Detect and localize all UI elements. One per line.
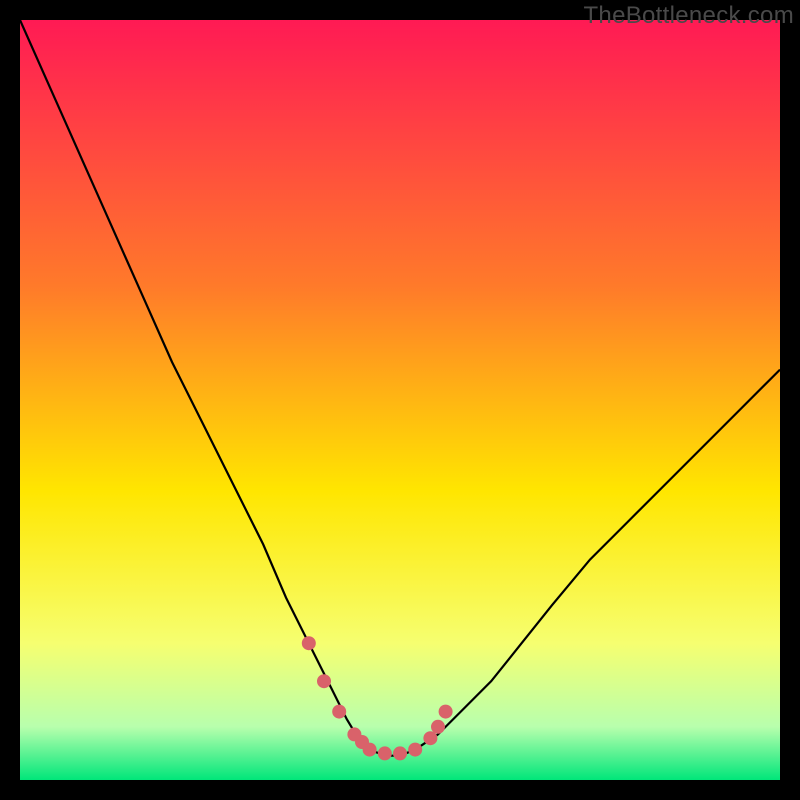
marker-dot [439,705,453,719]
chart-frame [20,20,780,780]
marker-dot [363,743,377,757]
marker-dot [408,743,422,757]
marker-dot [317,674,331,688]
marker-dot [378,746,392,760]
chart-canvas [20,20,780,780]
gradient-background [20,20,780,780]
marker-dot [332,705,346,719]
watermark-text: TheBottleneck.com [583,2,794,30]
marker-dot [423,731,437,745]
marker-dot [393,746,407,760]
marker-dot [302,636,316,650]
marker-dot [431,720,445,734]
